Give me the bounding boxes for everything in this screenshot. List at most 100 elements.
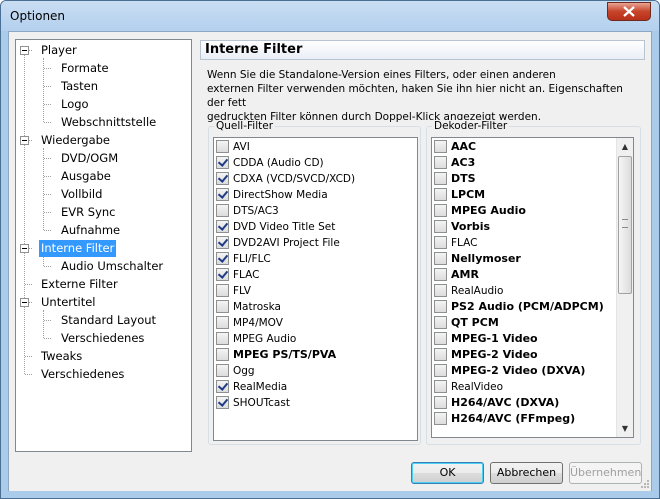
filter-checkbox[interactable] bbox=[434, 412, 447, 425]
filter-checkbox[interactable] bbox=[434, 172, 447, 185]
tree-item[interactable]: Wiedergabe bbox=[39, 132, 112, 149]
filter-item[interactable]: Matroska bbox=[216, 299, 281, 315]
filter-item[interactable]: MPEG-2 Video (DXVA) bbox=[434, 363, 585, 379]
filter-item[interactable]: FLV bbox=[216, 283, 251, 299]
tree-item[interactable]: Formate bbox=[59, 60, 111, 77]
filter-item[interactable]: MP4/MOV bbox=[216, 315, 283, 331]
filter-item[interactable]: MPEG Audio bbox=[216, 331, 296, 347]
filter-checkbox[interactable] bbox=[216, 300, 229, 313]
filter-item[interactable]: LPCM bbox=[434, 187, 485, 203]
filter-checkbox[interactable] bbox=[434, 348, 447, 361]
filter-item[interactable]: H264/AVC (FFmpeg) bbox=[434, 411, 575, 427]
filter-item[interactable]: DTS bbox=[434, 171, 476, 187]
filter-checkbox[interactable] bbox=[434, 236, 447, 249]
tree-item[interactable]: Aufnahme bbox=[59, 222, 122, 239]
tree-item[interactable]: Ausgabe bbox=[59, 168, 113, 185]
tree-item[interactable]: Interne Filter bbox=[39, 240, 117, 257]
filter-checkbox[interactable] bbox=[216, 236, 229, 249]
filter-item[interactable]: PS2 Audio (PCM/ADPCM) bbox=[434, 299, 604, 315]
decoder-scrollbar[interactable]: ▲ ▼ bbox=[616, 138, 633, 437]
tree-item[interactable]: Tweaks bbox=[39, 348, 84, 365]
filter-item[interactable]: AAC bbox=[434, 139, 476, 155]
filter-checkbox[interactable] bbox=[434, 300, 447, 313]
filter-checkbox[interactable] bbox=[216, 204, 229, 217]
collapse-icon[interactable] bbox=[20, 298, 29, 307]
filter-item[interactable]: Nellymoser bbox=[434, 251, 521, 267]
filter-checkbox[interactable] bbox=[434, 140, 447, 153]
tree-item[interactable]: Tasten bbox=[59, 78, 100, 95]
filter-item[interactable]: DTS/AC3 bbox=[216, 203, 279, 219]
tree-item[interactable]: Audio Umschalter bbox=[59, 258, 165, 275]
filter-item[interactable]: QT PCM bbox=[434, 315, 499, 331]
filter-item[interactable]: CDXA (VCD/SVCD/XCD) bbox=[216, 171, 355, 187]
apply-button[interactable]: Übernehmen bbox=[569, 462, 642, 484]
filter-item[interactable]: MPEG-1 Video bbox=[434, 331, 538, 347]
source-filter-list[interactable]: AVI CDDA (Audio CD) CDXA (VCD/SVCD/XCD) Dir… bbox=[213, 137, 418, 441]
scroll-down-icon[interactable]: ▼ bbox=[617, 420, 633, 437]
filter-checkbox[interactable] bbox=[434, 156, 447, 169]
tree-item[interactable]: DVD/OGM bbox=[59, 150, 120, 167]
filter-item[interactable]: AC3 bbox=[434, 155, 475, 171]
collapse-icon[interactable] bbox=[20, 46, 29, 55]
tree-item[interactable]: Standard Layout bbox=[59, 312, 158, 329]
filter-checkbox[interactable] bbox=[434, 252, 447, 265]
filter-checkbox[interactable] bbox=[216, 268, 229, 281]
filter-checkbox[interactable] bbox=[434, 316, 447, 329]
tree-item[interactable]: Webschnittstelle bbox=[59, 114, 158, 131]
tree-item[interactable]: Externe Filter bbox=[39, 276, 120, 293]
filter-item[interactable]: DirectShow Media bbox=[216, 187, 328, 203]
filter-checkbox[interactable] bbox=[434, 220, 447, 233]
filter-item[interactable]: RealMedia bbox=[216, 379, 287, 395]
filter-checkbox[interactable] bbox=[434, 284, 447, 297]
filter-checkbox[interactable] bbox=[216, 284, 229, 297]
tree-item[interactable]: Verschiedenes bbox=[39, 366, 126, 383]
filter-item[interactable]: Vorbis bbox=[434, 219, 490, 235]
filter-item[interactable]: RealAudio bbox=[434, 283, 503, 299]
resize-grip-icon[interactable] bbox=[640, 479, 650, 489]
filter-checkbox[interactable] bbox=[216, 364, 229, 377]
filter-item[interactable]: AMR bbox=[434, 267, 479, 283]
filter-checkbox[interactable] bbox=[216, 396, 229, 409]
tree-item[interactable]: Vollbild bbox=[59, 186, 104, 203]
filter-item[interactable]: RealVideo bbox=[434, 379, 503, 395]
close-button[interactable] bbox=[607, 2, 651, 21]
filter-checkbox[interactable] bbox=[434, 332, 447, 345]
collapse-icon[interactable] bbox=[20, 244, 29, 253]
filter-checkbox[interactable] bbox=[216, 316, 229, 329]
cancel-button[interactable]: Abbrechen bbox=[490, 462, 563, 484]
filter-item[interactable]: FLAC bbox=[434, 235, 477, 251]
filter-item[interactable]: FLAC bbox=[216, 267, 259, 283]
filter-item[interactable]: SHOUTcast bbox=[216, 395, 290, 411]
filter-checkbox[interactable] bbox=[434, 380, 447, 393]
filter-checkbox[interactable] bbox=[434, 188, 447, 201]
filter-checkbox[interactable] bbox=[434, 268, 447, 281]
filter-item[interactable]: DVD2AVI Project File bbox=[216, 235, 340, 251]
filter-checkbox[interactable] bbox=[216, 220, 229, 233]
tree-item[interactable]: Player bbox=[39, 42, 79, 59]
filter-checkbox[interactable] bbox=[216, 140, 229, 153]
filter-checkbox[interactable] bbox=[434, 204, 447, 217]
decoder-filter-list[interactable]: ▲ ▼ AAC AC3 DTS LPCM MPEG Audio Vorbis FLAC Nel… bbox=[431, 137, 634, 438]
filter-item[interactable]: DVD Video Title Set bbox=[216, 219, 335, 235]
scrollbar-thumb[interactable] bbox=[618, 156, 632, 294]
filter-checkbox[interactable] bbox=[434, 364, 447, 377]
filter-checkbox[interactable] bbox=[216, 252, 229, 265]
tree-item[interactable]: Logo bbox=[59, 96, 91, 113]
filter-item[interactable]: AVI bbox=[216, 139, 250, 155]
filter-checkbox[interactable] bbox=[216, 380, 229, 393]
collapse-icon[interactable] bbox=[20, 136, 29, 145]
filter-item[interactable]: MPEG Audio bbox=[434, 203, 526, 219]
filter-item[interactable]: CDDA (Audio CD) bbox=[216, 155, 324, 171]
filter-checkbox[interactable] bbox=[216, 188, 229, 201]
filter-item[interactable]: Ogg bbox=[216, 363, 255, 379]
tree-item[interactable]: EVR Sync bbox=[59, 204, 118, 221]
tree-item[interactable]: Untertitel bbox=[39, 294, 98, 311]
filter-checkbox[interactable] bbox=[216, 348, 229, 361]
filter-checkbox[interactable] bbox=[216, 172, 229, 185]
filter-item[interactable]: FLI/FLC bbox=[216, 251, 271, 267]
scroll-up-icon[interactable]: ▲ bbox=[617, 138, 633, 155]
ok-button[interactable]: OK bbox=[411, 462, 484, 484]
filter-item[interactable]: MPEG-2 Video bbox=[434, 347, 538, 363]
filter-checkbox[interactable] bbox=[434, 396, 447, 409]
filter-item[interactable]: MPEG PS/TS/PVA bbox=[216, 347, 336, 363]
